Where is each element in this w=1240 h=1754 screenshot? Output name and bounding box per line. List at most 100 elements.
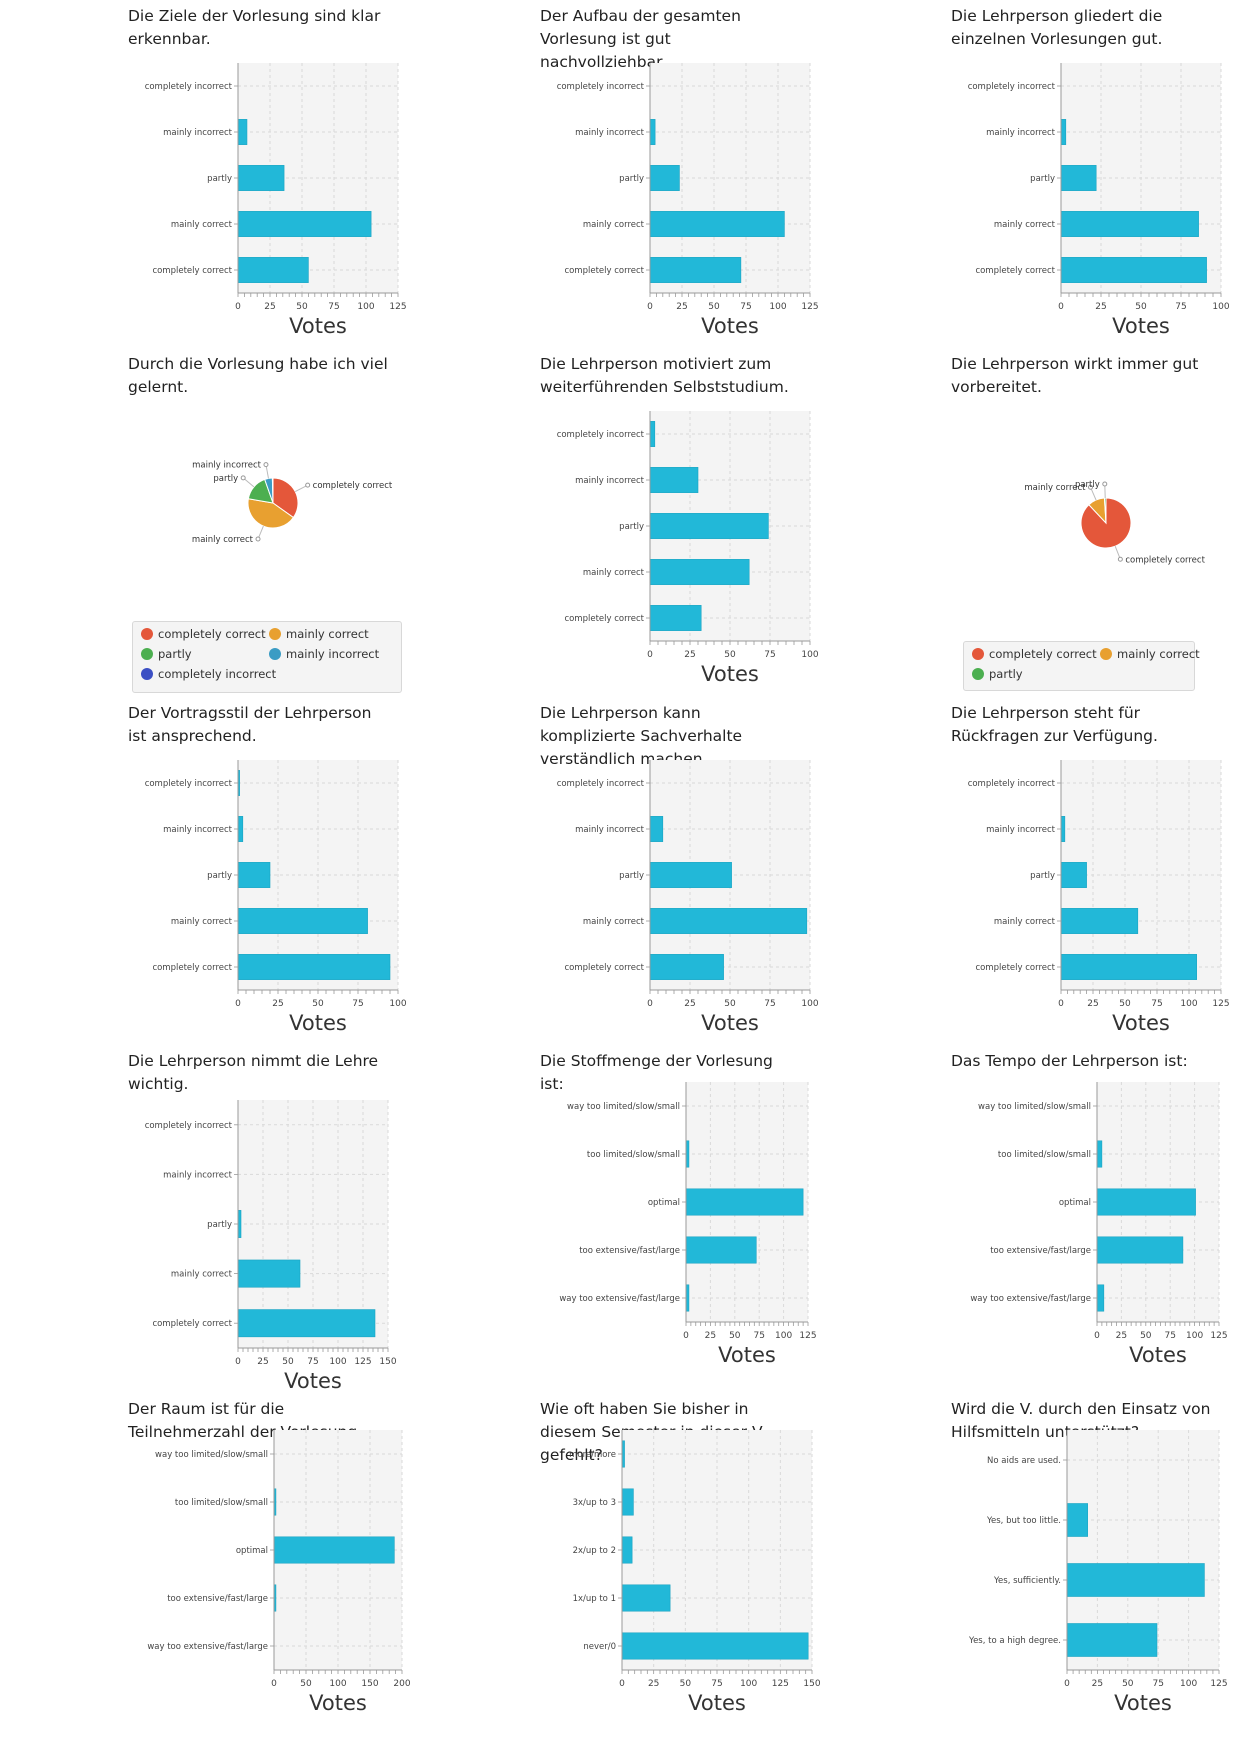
bar-mainly-incorrect[interactable] xyxy=(1060,816,1066,842)
bar-mainly-correct[interactable] xyxy=(649,559,750,585)
legend-item[interactable]: completely correct xyxy=(972,647,1097,661)
bar-way-too-extensive-fast-large[interactable] xyxy=(1096,1284,1105,1312)
x-tick-label: 0 xyxy=(235,302,241,312)
bar-mainly-incorrect[interactable] xyxy=(649,119,656,145)
bar-mainly-incorrect[interactable] xyxy=(237,816,244,842)
bar-mainly-incorrect[interactable] xyxy=(1060,119,1067,145)
bar-mainly-correct[interactable] xyxy=(237,211,372,237)
bar-completely-incorrect[interactable] xyxy=(649,421,656,447)
x-tick-label: 100 xyxy=(1186,1331,1203,1341)
bar-too-limited-slow-small[interactable] xyxy=(1096,1140,1103,1168)
x-tick-label: 100 xyxy=(740,1679,757,1689)
chart-panel: Die Lehrperson steht für Rückfragen zur … xyxy=(951,702,1240,1047)
bar-1x-up-to-1[interactable] xyxy=(621,1584,671,1612)
bar-completely-correct[interactable] xyxy=(237,1309,376,1338)
category-label: completely correct xyxy=(152,266,232,276)
x-tick-label: 50 xyxy=(282,1357,294,1367)
bar-partly[interactable] xyxy=(237,165,285,191)
bar-mainly-incorrect[interactable] xyxy=(237,119,248,145)
bar-optimal[interactable] xyxy=(273,1536,395,1564)
pie-leader-dot xyxy=(240,475,246,481)
bar-partly[interactable] xyxy=(649,513,769,539)
pie-slice-completely-incorrect[interactable] xyxy=(271,477,274,504)
category-label: completely incorrect xyxy=(557,430,645,440)
legend-label: partly xyxy=(158,647,192,661)
x-tick-label: 75 xyxy=(307,1357,318,1367)
bar-completely-correct[interactable] xyxy=(649,605,702,631)
x-tick-label: 50 xyxy=(1119,999,1131,1009)
category-label: optimal xyxy=(648,1198,680,1208)
x-tick-label: 50 xyxy=(1140,1331,1152,1341)
bar-partly[interactable] xyxy=(649,862,732,888)
bar-mainly-correct[interactable] xyxy=(649,211,785,237)
x-tick-label: 125 xyxy=(799,1331,816,1341)
bar-completely-correct[interactable] xyxy=(649,257,742,283)
legend-item[interactable]: mainly incorrect xyxy=(269,647,379,661)
category-label: too limited/slow/small xyxy=(587,1150,680,1160)
x-tick-label: 50 xyxy=(300,1679,312,1689)
x-axis-title: Votes xyxy=(1112,314,1170,338)
legend-item[interactable]: completely incorrect xyxy=(141,667,276,681)
chart-panel: Wie oft haben Sie bisher in diesem Semes… xyxy=(540,1398,910,1743)
x-tick-label: 25 xyxy=(1087,999,1098,1009)
x-tick-label: 100 xyxy=(329,1357,346,1367)
legend-label: partly xyxy=(989,667,1023,681)
bar-completely-correct[interactable] xyxy=(1060,257,1207,283)
chart-svg: No aids are used. Yes, but too little. Yes… xyxy=(968,1430,1228,1715)
bar-yes-but-too-little-[interactable] xyxy=(1066,1503,1088,1537)
bar-partly[interactable] xyxy=(1060,862,1087,888)
bar-mainly-correct[interactable] xyxy=(1060,211,1199,237)
bar-never-0[interactable] xyxy=(621,1632,809,1660)
bar-2x-up-to-2[interactable] xyxy=(621,1536,633,1564)
legend-swatch xyxy=(141,668,153,680)
bar-completely-correct[interactable] xyxy=(1060,954,1197,980)
x-tick-label: 25 xyxy=(684,650,695,660)
legend-item[interactable]: mainly correct xyxy=(1100,647,1200,661)
legend-item[interactable]: completely correct xyxy=(141,627,266,641)
bar-mainly-incorrect[interactable] xyxy=(649,816,664,842)
x-tick-label: 125 xyxy=(1210,1331,1227,1341)
x-axis-title: Votes xyxy=(701,314,759,338)
bar-mainly-correct[interactable] xyxy=(649,908,808,934)
bar-yes-sufficiently-[interactable] xyxy=(1066,1563,1205,1597)
category-label: completely correct xyxy=(152,1319,232,1329)
bar-mainly-correct[interactable] xyxy=(237,908,368,934)
category-label: mainly correct xyxy=(994,220,1056,230)
legend-item[interactable]: partly xyxy=(141,647,192,661)
x-tick-label: 0 xyxy=(271,1679,277,1689)
x-tick-label: 75 xyxy=(764,999,775,1009)
bar-completely-correct[interactable] xyxy=(237,954,391,980)
x-tick-label: 125 xyxy=(389,302,406,312)
legend-item[interactable]: partly xyxy=(972,667,1023,681)
bar-partly[interactable] xyxy=(237,862,271,888)
x-tick-label: 125 xyxy=(1210,1679,1227,1689)
chart-svg: completely incorrect mainly incorrect part… xyxy=(968,760,1230,1035)
x-tick-label: 100 xyxy=(329,1679,346,1689)
bar-completely-correct[interactable] xyxy=(649,954,724,980)
bar-too-extensive-fast-large[interactable] xyxy=(685,1236,757,1264)
x-tick-label: 25 xyxy=(1092,1679,1103,1689)
category-label: completely incorrect xyxy=(968,82,1056,92)
bar-yes-to-a-high-degree-[interactable] xyxy=(1066,1623,1158,1657)
x-axis-title: Votes xyxy=(718,1343,776,1367)
bar-3x-up-to-3[interactable] xyxy=(621,1488,634,1516)
bar-completely-correct[interactable] xyxy=(237,257,309,283)
bar-partly[interactable] xyxy=(1060,165,1097,191)
bar-too-extensive-fast-large[interactable] xyxy=(1096,1236,1184,1264)
bar-mainly-incorrect[interactable] xyxy=(649,467,699,493)
legend-item[interactable]: mainly correct xyxy=(269,627,369,641)
bar-mainly-correct[interactable] xyxy=(1060,908,1139,934)
category-label: completely correct xyxy=(564,614,644,624)
bar-optimal[interactable] xyxy=(685,1188,804,1216)
category-label: mainly correct xyxy=(171,1270,233,1280)
category-label: way too limited/slow/small xyxy=(155,1450,268,1460)
bar-mainly-correct[interactable] xyxy=(237,1259,301,1288)
bar-optimal[interactable] xyxy=(1096,1188,1196,1216)
x-tick-label: 25 xyxy=(264,302,275,312)
pie-leader-dot xyxy=(263,462,269,468)
category-label: more/more xyxy=(569,1450,616,1460)
category-label: way too extensive/fast/large xyxy=(970,1294,1091,1304)
bar-partly[interactable] xyxy=(649,165,680,191)
legend-label: completely correct xyxy=(158,627,266,641)
category-label: way too extensive/fast/large xyxy=(147,1642,268,1652)
